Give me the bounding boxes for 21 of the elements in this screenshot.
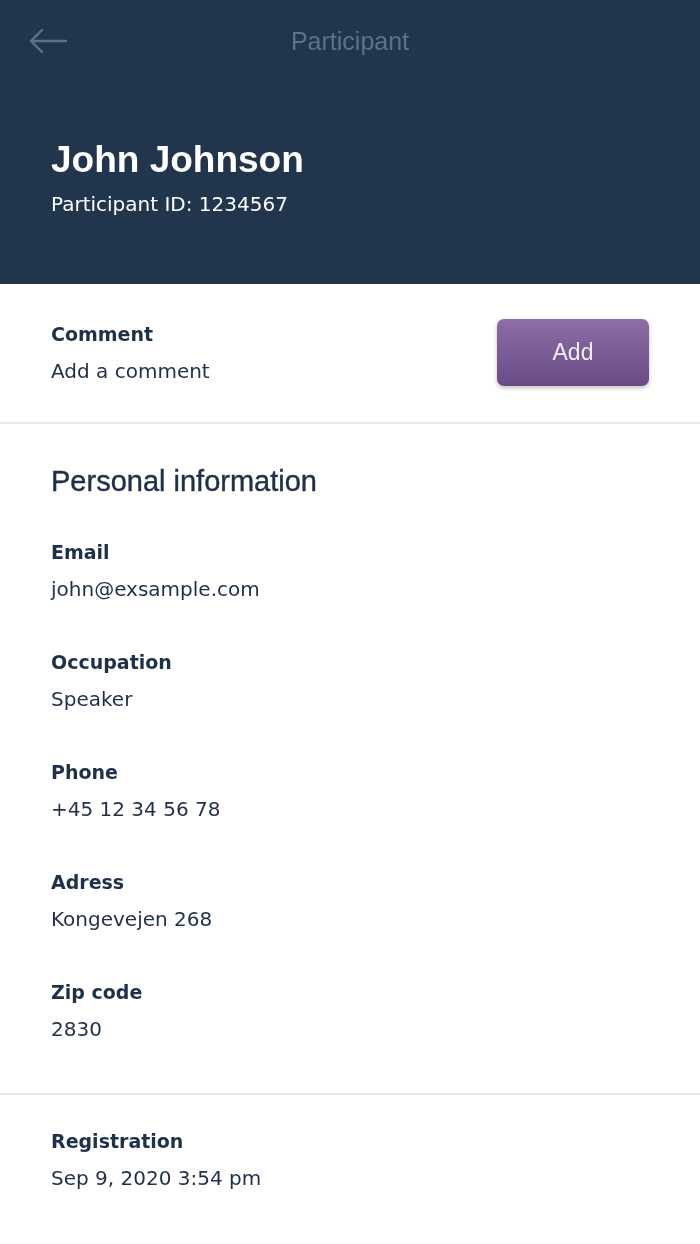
field-value: john@exsample.com	[51, 576, 261, 602]
field-label: Zip code	[51, 980, 144, 1005]
comment-prompt: Add a comment	[51, 358, 210, 384]
section-heading: Personal information	[51, 464, 318, 498]
back-button[interactable]	[28, 28, 68, 54]
page-title: Participant	[290, 26, 410, 57]
field-label: Comment	[51, 322, 155, 347]
field-label: Registration	[51, 1129, 185, 1154]
field-value: Kongevejen 268	[51, 906, 214, 932]
field-label: Adress	[51, 870, 126, 895]
field-label: Occupation	[51, 650, 173, 675]
field-value: Speaker	[51, 686, 134, 712]
field-label: Email	[51, 540, 111, 565]
back-arrow-icon	[28, 28, 68, 54]
add-comment-button[interactable]: Add	[497, 319, 649, 386]
field-value: 2830	[51, 1016, 103, 1042]
field-value: +45 12 34 56 78	[51, 796, 222, 822]
participant-name: John Johnson	[51, 138, 305, 182]
participant-id: Participant ID: 1234567	[51, 191, 289, 218]
field-label: Phone	[51, 760, 119, 785]
field-value: Sep 9, 2020 3:54 pm	[51, 1165, 263, 1191]
